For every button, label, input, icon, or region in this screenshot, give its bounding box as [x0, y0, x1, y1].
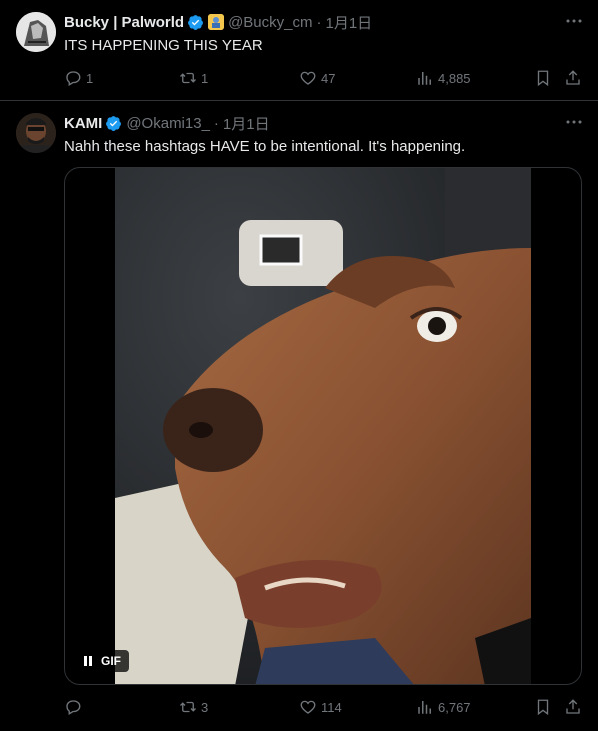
affiliate-badge-icon[interactable] — [208, 14, 225, 30]
repost-icon — [180, 72, 196, 84]
repost-count: 1 — [201, 70, 209, 86]
tweet-bucky[interactable]: Bucky | Palworld @Bucky_cm · 1月1日 ITS HA… — [0, 0, 598, 101]
timestamp[interactable]: 1月1日 — [223, 113, 270, 134]
gif-media[interactable]: GIF — [64, 167, 582, 685]
share-icon — [566, 699, 580, 714]
like-count: 47 — [321, 70, 336, 86]
like-button[interactable]: 47 — [299, 69, 335, 87]
timestamp[interactable]: 1月1日 — [326, 12, 373, 33]
gif-controls[interactable]: GIF — [75, 650, 129, 672]
views-count: 4,885 — [438, 70, 471, 86]
gif-badge: GIF — [101, 654, 121, 668]
repost-button[interactable]: 3 — [179, 698, 208, 716]
tweet-text: Nahh these hashtags HAVE to be intention… — [64, 138, 466, 155]
views-icon — [418, 701, 431, 714]
avatar-bucky[interactable] — [16, 12, 56, 52]
verified-badge-icon — [188, 14, 204, 30]
more-icon[interactable] — [564, 12, 584, 30]
bookmark-button[interactable] — [534, 698, 552, 716]
views-count: 6,767 — [438, 699, 471, 715]
share-button[interactable] — [564, 698, 582, 716]
separator-dot: · — [213, 114, 219, 132]
handle[interactable]: @Bucky_cm — [228, 14, 312, 31]
bookmark-icon — [537, 70, 549, 87]
display-name[interactable]: KAMI — [64, 115, 102, 132]
verified-badge-icon — [106, 115, 122, 131]
action-bar: 1 1 47 4,885 — [64, 68, 586, 88]
tweet-header: KAMI @Okami13_ · 1月1日 — [64, 113, 586, 133]
views-button[interactable]: 4,885 — [416, 69, 471, 87]
separator-dot: · — [316, 13, 322, 31]
repost-icon — [180, 701, 196, 713]
display-name[interactable]: Bucky | Palworld — [64, 14, 184, 31]
reply-count: 1 — [86, 70, 94, 86]
like-icon — [300, 71, 316, 85]
handle[interactable]: @Okami13_ — [126, 115, 210, 132]
like-count: 114 — [321, 699, 342, 715]
share-button[interactable] — [564, 69, 582, 87]
pause-icon[interactable] — [83, 656, 93, 666]
avatar-kami[interactable] — [16, 113, 56, 153]
tweet-header: Bucky | Palworld @Bucky_cm · 1月1日 — [64, 12, 586, 32]
views-button[interactable]: 6,767 — [416, 698, 471, 716]
tweet-kami[interactable]: KAMI @Okami13_ · 1月1日 Nahh these hashtag… — [0, 101, 598, 731]
views-icon — [418, 72, 431, 85]
repost-button[interactable]: 1 — [179, 69, 208, 87]
like-icon — [300, 700, 316, 714]
tweet-text: ITS HAPPENING THIS YEAR — [64, 37, 263, 54]
like-button[interactable]: 114 — [299, 698, 342, 716]
more-icon[interactable] — [564, 113, 584, 131]
repost-count: 3 — [201, 699, 209, 715]
bookmark-icon — [537, 699, 549, 716]
dog-gif-image[interactable] — [115, 168, 531, 684]
bookmark-button[interactable] — [534, 69, 552, 87]
reply-button[interactable] — [64, 698, 86, 716]
reply-icon — [66, 71, 81, 86]
reply-icon — [66, 700, 81, 715]
share-icon — [566, 70, 580, 85]
reply-button[interactable]: 1 — [64, 69, 93, 87]
action-bar: 3 114 6,767 — [64, 697, 586, 717]
